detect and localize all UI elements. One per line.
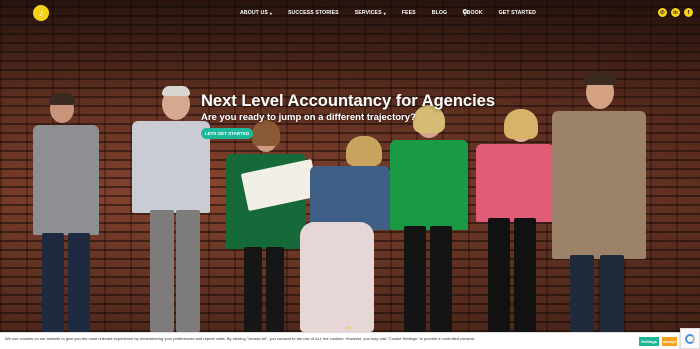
nav-label: SUCCESS STORIES [288,10,339,16]
linkedin-icon[interactable]: in [671,8,680,17]
hero-banner: ♪ ABOUT US ▾ SUCCESS STORIES SERVICES ▾ FE… [0,0,700,332]
social-links: ✆ in f [658,8,693,17]
nav-item-about-us[interactable]: ABOUT US ▾ [232,10,280,16]
nav-label: ABOUT US [240,10,268,16]
recaptcha-icon [685,333,695,344]
accept-all-button[interactable]: Accept All [662,337,677,349]
nav-label: SERVICES [354,10,382,16]
hero-headline: Next Level Accountancy for Agencies [201,92,496,110]
person-1 [30,93,100,332]
person-5 [388,105,468,332]
chevron-down-icon: ▾ [269,10,272,16]
lets-get-started-button[interactable]: LETS GET STARTED [201,128,253,139]
cookie-text: We use cookies on our website to give yo… [5,336,476,341]
chevron-down-icon: ▾ [383,10,386,16]
recaptcha-badge[interactable] [680,328,700,349]
nav-item-get-started[interactable]: GET STARTED [491,10,544,16]
nav-item-success-stories[interactable]: SUCCESS STORIES [280,10,347,16]
nav-item-ebook[interactable]: EBOOK [455,10,491,16]
person-4 [298,136,393,332]
logo[interactable]: ♪ [33,5,49,21]
phone-icon[interactable]: ✆ [658,8,667,17]
nav-label: GET STARTED [498,10,536,16]
facebook-icon[interactable]: f [684,8,693,17]
nav-item-fees[interactable]: FEES [394,10,424,16]
nav-item-blog[interactable]: BLOG [424,10,455,16]
nav-label: FEES [401,10,416,16]
logo-icon: ♪ [38,7,44,19]
nav-label: BLOG [431,10,448,16]
person-2 [130,86,210,332]
main-nav: ABOUT US ▾ SUCCESS STORIES SERVICES ▾ FEES… [232,10,544,16]
cookie-settings-button[interactable]: Settings [639,337,659,346]
person-7 [548,73,648,332]
nav-item-services[interactable]: SERVICES ▾ [347,10,394,16]
hero-subheadline: Are you ready to jump on a different tra… [201,112,416,123]
search-icon[interactable]: ⚲ [462,8,472,18]
person-6 [474,109,554,332]
cookie-consent-bar: We use cookies on our website to give yo… [0,332,700,349]
scroll-down-icon[interactable]: ⌄ [345,321,353,332]
